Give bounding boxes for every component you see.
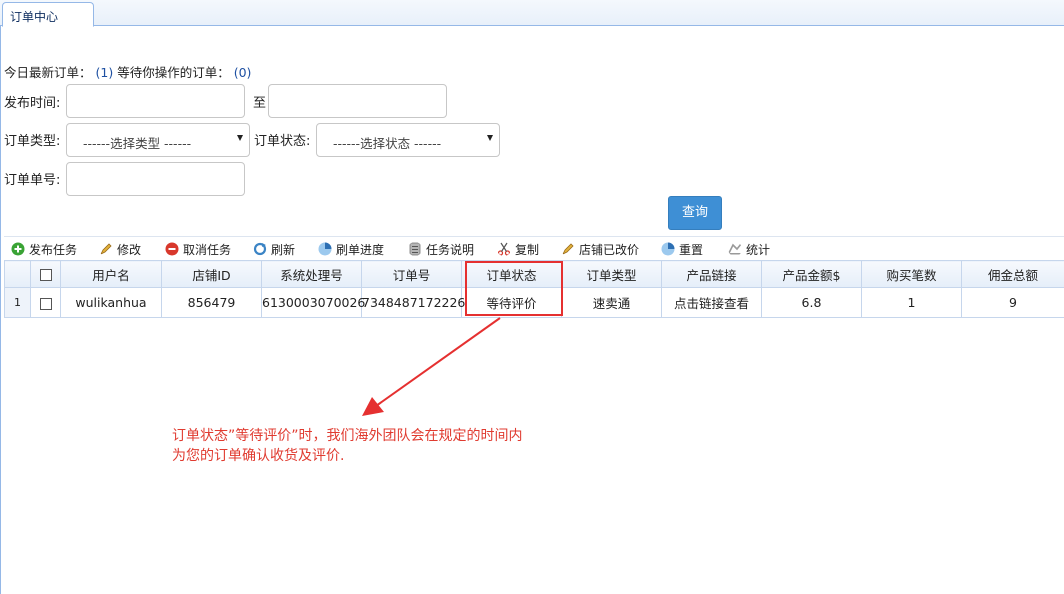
chevron-down-icon <box>237 135 243 141</box>
cell-commission: 9 <box>961 287 1064 318</box>
today-orders-label: 今日最新订单： <box>4 65 92 80</box>
publish-time-label: 发布时间: <box>4 96 61 111</box>
pending-orders-count[interactable]: (0) <box>234 65 252 80</box>
refresh-button[interactable]: 刷新 <box>253 240 295 258</box>
cell-order-no: 7348487172226 <box>361 287 465 318</box>
cancel-icon <box>165 242 179 256</box>
order-status-select[interactable]: ------选择状态 ------ <box>316 123 500 157</box>
row-number-header <box>4 260 31 288</box>
add-icon <box>11 242 25 256</box>
cell-username: wulikanhua <box>60 287 162 318</box>
order-status-selected: ------选择状态 ------ <box>333 136 442 151</box>
pencil-icon <box>562 243 574 255</box>
annotation-line-1: 订单状态”等待评价”时，我们海外团队会在规定的时间内 <box>172 428 523 444</box>
order-type-selected: ------选择类型 ------ <box>83 136 192 151</box>
column-header-amount[interactable]: 产品金额$ <box>761 260 862 288</box>
cell-order-type: 速卖通 <box>561 287 662 318</box>
copy-button[interactable]: 复制 <box>497 240 539 258</box>
document-icon <box>409 242 421 256</box>
task-description-button[interactable]: 任务说明 <box>408 240 474 258</box>
tab-bar: 订单中心 <box>0 0 1064 27</box>
tab-order-center[interactable]: 订单中心 <box>2 2 94 27</box>
chevron-down-icon <box>487 135 493 141</box>
publish-task-button[interactable]: 发布任务 <box>11 240 77 258</box>
column-header-count[interactable]: 购买笔数 <box>861 260 962 288</box>
select-all-checkbox[interactable] <box>39 269 52 281</box>
order-status-label: 订单状态: <box>254 134 311 149</box>
product-link[interactable]: 点击链接查看 <box>661 287 762 318</box>
cell-amount: 6.8 <box>761 287 862 318</box>
cancel-task-button[interactable]: 取消任务 <box>165 240 231 258</box>
stats-button[interactable]: 统计 <box>728 240 770 258</box>
pending-orders-label: 等待你操作的订单： <box>117 65 230 80</box>
grid-toolbar: 发布任务 修改 取消任务 刷新 刷单进度 任务说明 复制 店铺已改价 重置 统计 <box>4 236 1064 260</box>
status-highlight-box <box>465 261 563 316</box>
publish-start-date-input[interactable] <box>66 84 245 118</box>
stats-icon <box>728 243 742 255</box>
order-summary: 今日最新订单： (1) 等待你操作的订单： (0) <box>4 62 251 81</box>
cell-system-no: 6130003070026 <box>261 287 365 318</box>
column-header-username[interactable]: 用户名 <box>60 260 162 288</box>
row-number: 1 <box>4 287 31 318</box>
cell-count: 1 <box>861 287 962 318</box>
scissors-icon <box>497 242 511 256</box>
order-type-select[interactable]: ------选择类型 ------ <box>66 123 250 157</box>
query-button[interactable]: 查询 <box>668 196 722 230</box>
column-header-system-no[interactable]: 系统处理号 <box>261 260 362 288</box>
row-select-cell <box>30 287 61 318</box>
column-header-shop-id[interactable]: 店铺ID <box>161 260 262 288</box>
reset-icon <box>661 242 675 256</box>
annotation-line-2: 为您的订单确认收货及评价. <box>172 448 345 464</box>
order-type-label: 订单类型: <box>4 134 61 149</box>
edit-button[interactable]: 修改 <box>99 240 141 258</box>
select-all-header <box>30 260 61 288</box>
progress-icon <box>318 242 332 256</box>
reset-button[interactable]: 重置 <box>661 240 703 258</box>
shop-price-changed-button[interactable]: 店铺已改价 <box>561 240 639 258</box>
cell-shop-id: 856479 <box>161 287 262 318</box>
progress-button[interactable]: 刷单进度 <box>318 240 384 258</box>
column-header-commission[interactable]: 佣金总额 <box>961 260 1064 288</box>
column-header-order-no[interactable]: 订单号 <box>361 260 462 288</box>
refresh-icon <box>253 242 267 256</box>
column-header-order-type[interactable]: 订单类型 <box>561 260 662 288</box>
annotation-text: 订单状态”等待评价”时，我们海外团队会在规定的时间内 为您的订单确认收货及评价. <box>172 426 523 466</box>
publish-end-date-input[interactable] <box>268 84 447 118</box>
order-number-label: 订单单号: <box>4 173 61 188</box>
pencil-icon <box>100 243 112 255</box>
today-orders-count[interactable]: (1) <box>96 65 114 80</box>
row-checkbox[interactable] <box>39 297 52 310</box>
order-number-input[interactable] <box>66 162 245 196</box>
column-header-product-link[interactable]: 产品链接 <box>661 260 762 288</box>
to-label: 至 <box>253 96 267 111</box>
